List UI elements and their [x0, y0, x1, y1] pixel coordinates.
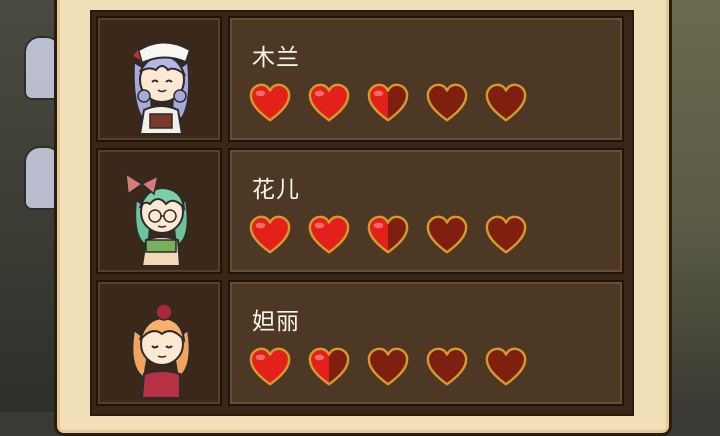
character-info: 妲丽	[228, 280, 624, 406]
character-name: 妲丽	[252, 309, 300, 335]
portrait-frame	[96, 148, 222, 274]
character-name: 花儿	[252, 177, 300, 203]
character-affection-panel: 木兰 花儿 妲丽	[90, 10, 634, 416]
heart-full-icon	[249, 347, 291, 386]
affection-hearts	[248, 82, 528, 126]
heart-full-icon	[308, 83, 350, 122]
heart-empty-icon	[485, 215, 527, 254]
character-name: 木兰	[252, 45, 300, 71]
heart-empty-icon	[426, 83, 468, 122]
heart-empty-icon	[485, 83, 527, 122]
portrait-frame	[96, 280, 222, 406]
heart-half-icon	[367, 83, 409, 122]
character-row[interactable]: 花儿	[96, 148, 626, 276]
character-row[interactable]: 妲丽	[96, 280, 626, 408]
heart-full-icon	[308, 215, 350, 254]
mulan-portrait-icon	[130, 41, 192, 135]
heart-empty-icon	[426, 347, 468, 386]
heart-half-icon	[367, 215, 409, 254]
heart-full-icon	[249, 215, 291, 254]
portrait-frame	[96, 16, 222, 142]
dali-portrait-icon	[131, 303, 191, 399]
heart-full-icon	[249, 83, 291, 122]
huaer-portrait-icon	[125, 172, 189, 267]
heart-half-icon	[308, 347, 350, 386]
affection-hearts	[248, 346, 528, 390]
character-info: 花儿	[228, 148, 624, 274]
affection-hearts	[248, 214, 528, 258]
background-left	[0, 0, 62, 412]
heart-empty-icon	[367, 347, 409, 386]
character-info: 木兰	[228, 16, 624, 142]
heart-empty-icon	[426, 215, 468, 254]
heart-empty-icon	[485, 347, 527, 386]
character-row[interactable]: 木兰	[96, 16, 626, 144]
